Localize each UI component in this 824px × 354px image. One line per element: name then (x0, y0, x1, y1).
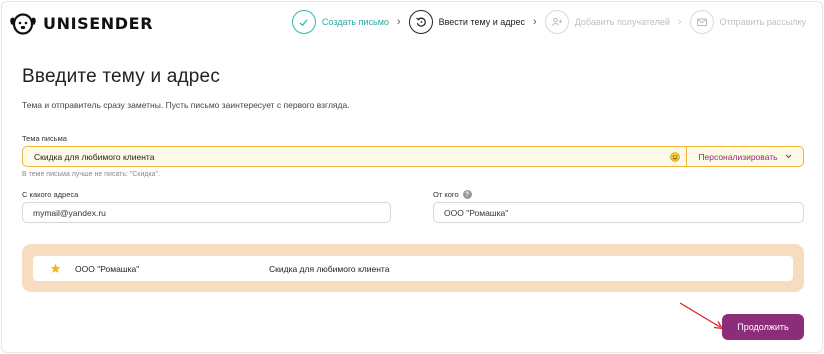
personalize-dropdown[interactable]: Персонализировать (686, 147, 803, 166)
from-name-label: От кого (433, 190, 459, 199)
step-send-campaign[interactable]: Отправить рассылку (689, 10, 806, 34)
wizard-steps: Создать письмо › Ввести тему и адрес › Д… (291, 10, 806, 34)
emoji-icon[interactable] (666, 148, 684, 166)
continue-button[interactable]: Продолжить (722, 314, 804, 340)
step-subject-address[interactable]: Ввести тему и адрес (408, 10, 526, 34)
chevron-right-icon: › (533, 16, 537, 28)
inbox-preview-row: ООО "Ромашка" Скидка для любимого клиент… (33, 256, 793, 281)
subject-field[interactable]: Скидка для любимого клиента Персонализир… (22, 146, 804, 167)
subject-hint: В теме письма лучше не писать: "Скидка". (22, 171, 160, 178)
chevron-right-icon: › (677, 16, 682, 28)
red-arrow-annotation (679, 302, 724, 330)
preview-sender: ООО "Ромашка" (75, 263, 140, 274)
step-create-letter[interactable]: Создать письмо (291, 10, 389, 34)
chevron-down-icon (785, 154, 791, 159)
step-label: Создать письмо (321, 17, 389, 27)
page-subtitle: Тема и отправитель сразу заметны. Пусть … (22, 100, 350, 110)
step-add-recipients[interactable]: Добавить получателей (544, 10, 670, 34)
chevron-right-icon: › (396, 16, 401, 28)
from-email-value: mymail@yandex.ru (33, 207, 106, 218)
subject-input[interactable]: Скидка для любимого клиента (23, 152, 666, 162)
personalize-label: Персонализировать (698, 151, 778, 162)
preview-subject: Скидка для любимого клиента (269, 263, 390, 274)
page-title: Введите тему и адрес (22, 66, 221, 87)
mail-icon (689, 10, 714, 34)
step-label: Отправить рассылку (719, 17, 806, 27)
from-name-value: ООО "Ромашка" (444, 207, 509, 218)
from-name-label-group: От кого ? (433, 190, 472, 199)
from-email-label: С какого адреса (22, 190, 79, 199)
dog-logo-icon (10, 13, 36, 35)
subject-label: Тема письма (22, 134, 67, 143)
inbox-preview: ООО "Ромашка" Скидка для любимого клиент… (22, 244, 804, 292)
step-label: Добавить получателей (574, 17, 670, 27)
from-name-field[interactable]: ООО "Ромашка" (433, 202, 804, 223)
add-user-icon (544, 10, 569, 34)
check-icon (291, 10, 316, 34)
from-email-field[interactable]: mymail@yandex.ru (22, 202, 391, 223)
back-arrow-icon (408, 10, 433, 34)
logo[interactable]: UNISENDER (9, 10, 153, 36)
brand-name: UNISENDER (43, 13, 154, 33)
step-label: Ввести тему и адрес (438, 17, 526, 27)
star-icon (50, 263, 61, 273)
help-icon[interactable]: ? (462, 190, 472, 199)
